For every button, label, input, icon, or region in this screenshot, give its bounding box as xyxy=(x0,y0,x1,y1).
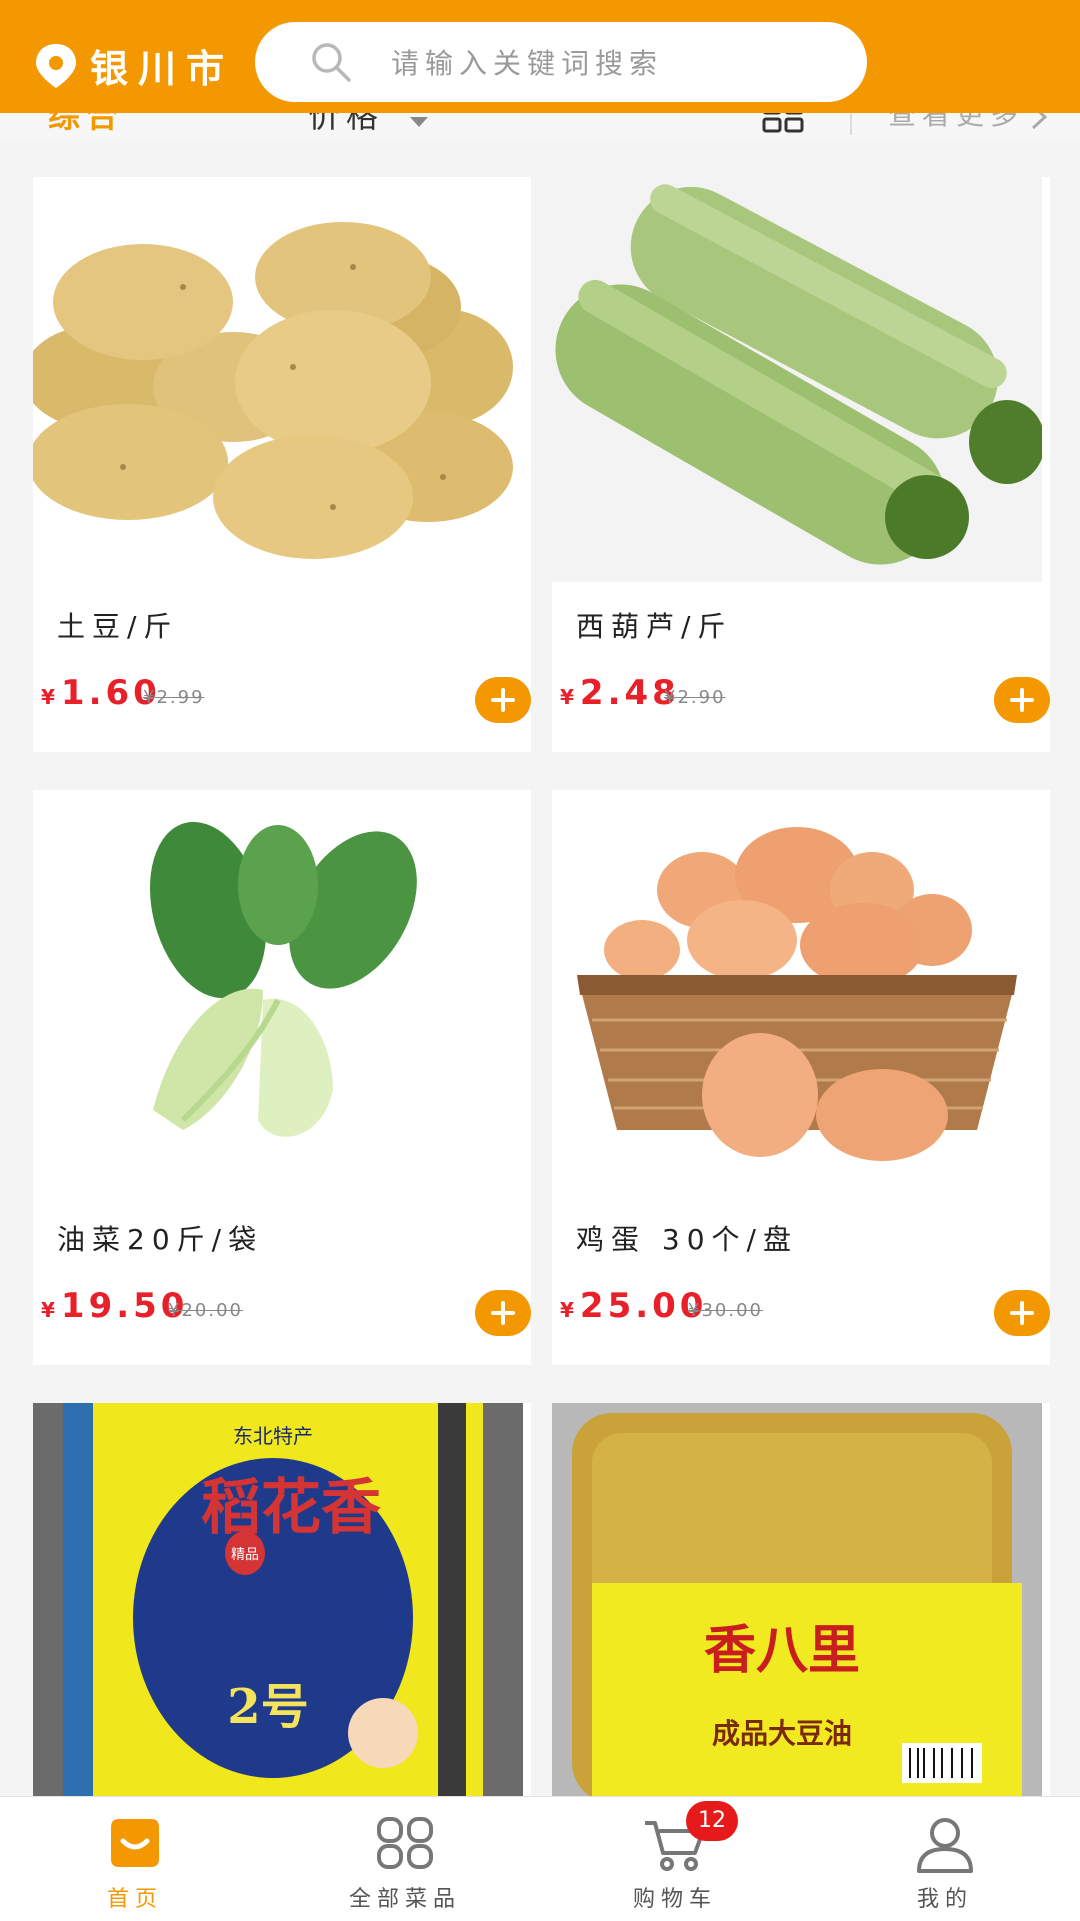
product-price: ¥19.50 xyxy=(41,1286,189,1326)
location-pin-icon xyxy=(36,43,76,88)
user-icon xyxy=(917,1818,973,1873)
plus-icon xyxy=(491,1301,515,1325)
oil-bottle-image: 香八里 成品大豆油 xyxy=(552,1403,1042,1803)
product-price: ¥25.00 xyxy=(560,1286,708,1326)
search-input[interactable]: 请输入关键词搜索 xyxy=(255,22,867,102)
bok-choy-image xyxy=(33,790,523,1195)
product-card-bok-choy[interactable]: 油菜20斤/袋 ¥19.50 ¥20.00 xyxy=(33,790,531,1365)
plus-icon xyxy=(1010,688,1034,712)
add-to-cart-button[interactable] xyxy=(475,677,531,723)
rice-bag-brand: 稻花香 xyxy=(201,1473,381,1543)
tab-label: 我的 xyxy=(916,1887,973,1912)
product-image-oil: 香八里 成品大豆油 xyxy=(552,1403,1042,1803)
product-image-potato xyxy=(33,177,523,582)
oil-brand-label: 香八里 xyxy=(704,1620,860,1681)
home-icon xyxy=(111,1819,159,1867)
tab-home[interactable]: 首页 xyxy=(0,1797,270,1921)
product-name: 鸡蛋 30个/盘 xyxy=(576,1223,798,1256)
product-image-zucchini xyxy=(552,177,1042,582)
tab-cart[interactable]: 购物车 xyxy=(540,1797,810,1921)
eggs-image xyxy=(552,790,1042,1195)
top-header: 银川市 请输入关键词搜索 xyxy=(0,0,1080,113)
product-card-oil[interactable]: 香八里 成品大豆油 xyxy=(552,1403,1050,1803)
add-to-cart-button[interactable] xyxy=(475,1290,531,1336)
product-price: ¥2.48 xyxy=(560,673,680,713)
potato-image xyxy=(33,177,523,582)
product-original-price: ¥20.00 xyxy=(168,1300,243,1321)
search-placeholder: 请输入关键词搜索 xyxy=(391,47,664,80)
zucchini-image xyxy=(552,177,1042,582)
tab-label: 全部菜品 xyxy=(348,1887,461,1912)
tab-profile[interactable]: 我的 xyxy=(810,1797,1080,1921)
product-card-potato[interactable]: 土豆/斤 ¥1.60 ¥2.99 xyxy=(33,177,531,752)
rice-bag-variant: 2号 xyxy=(227,1679,308,1735)
add-to-cart-button[interactable] xyxy=(994,677,1050,723)
rice-bag-label: 东北特产 xyxy=(233,1424,313,1448)
product-original-price: ¥30.00 xyxy=(688,1300,763,1321)
cart-count-badge: 12 xyxy=(686,1801,738,1841)
product-name: 油菜20斤/袋 xyxy=(57,1223,264,1256)
product-name: 西葫芦/斤 xyxy=(576,610,733,643)
city-name: 银川市 xyxy=(90,47,235,91)
grid-menu-icon xyxy=(377,1817,433,1869)
product-image-bok-choy xyxy=(33,790,523,1195)
city-selector[interactable]: 银川市 xyxy=(34,38,234,93)
oil-product-label: 成品大豆油 xyxy=(712,1717,852,1750)
product-name: 土豆/斤 xyxy=(57,610,179,643)
rice-bag-badge: 精品 xyxy=(231,1547,259,1563)
product-card-rice[interactable]: 东北特产 稻花香 2号 精品 xyxy=(33,1403,531,1803)
tab-label: 购物车 xyxy=(632,1887,717,1912)
add-to-cart-button[interactable] xyxy=(994,1290,1050,1336)
search-icon xyxy=(312,43,351,82)
product-image-eggs xyxy=(552,790,1042,1195)
tab-label: 首页 xyxy=(106,1887,163,1912)
rice-bag-image: 东北特产 稻花香 2号 精品 xyxy=(33,1403,523,1803)
product-card-eggs[interactable]: 鸡蛋 30个/盘 ¥25.00 ¥30.00 xyxy=(552,790,1050,1365)
plus-icon xyxy=(1010,1301,1034,1325)
product-original-price: ¥2.90 xyxy=(664,687,726,708)
product-image-rice: 东北特产 稻花香 2号 精品 xyxy=(33,1403,523,1803)
product-original-price: ¥2.99 xyxy=(143,687,205,708)
product-card-zucchini[interactable]: 西葫芦/斤 ¥2.48 ¥2.90 xyxy=(552,177,1050,752)
tab-all-dishes[interactable]: 全部菜品 xyxy=(270,1797,540,1921)
plus-icon xyxy=(491,688,515,712)
bottom-tab-bar: 首页 全部菜品 购物车 12 我的 xyxy=(0,1796,1080,1921)
